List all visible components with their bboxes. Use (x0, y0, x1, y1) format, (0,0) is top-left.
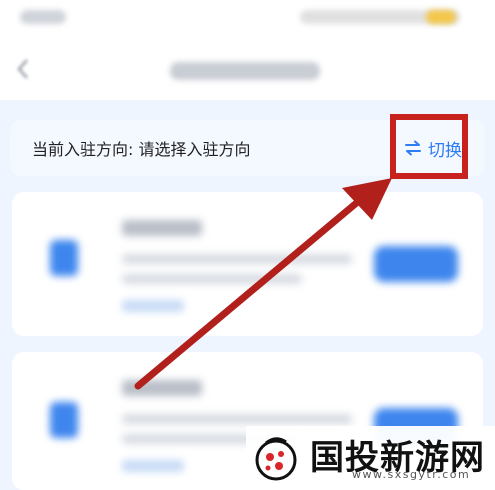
highlight-box (390, 114, 468, 179)
status-bar (0, 0, 495, 36)
card-icon (50, 402, 78, 438)
battery-icon (426, 10, 456, 24)
card-action-button[interactable] (374, 246, 458, 282)
nav-bar (0, 40, 495, 100)
back-chevron-icon[interactable] (16, 58, 30, 80)
card-title-blur (122, 220, 202, 236)
card-desc-blur (122, 254, 352, 264)
option-card[interactable] (12, 192, 483, 336)
card-icon (50, 240, 78, 276)
watermark-logo-icon (255, 437, 297, 481)
card-desc-blur (122, 274, 302, 284)
card-desc-blur (122, 414, 352, 424)
screen: 当前入驻方向: 请选择入驻方向 切换 国投新游网 www.sxsgytr.com (0, 0, 495, 490)
card-tag-blur (122, 460, 184, 472)
card-title-blur (122, 380, 202, 396)
nav-title-blur (170, 62, 320, 80)
status-time-blur (20, 10, 66, 24)
card-tag-blur (122, 300, 184, 312)
watermark-url: www.sxsgytr.com (352, 468, 471, 481)
current-direction-label: 当前入驻方向: 请选择入驻方向 (32, 140, 251, 159)
